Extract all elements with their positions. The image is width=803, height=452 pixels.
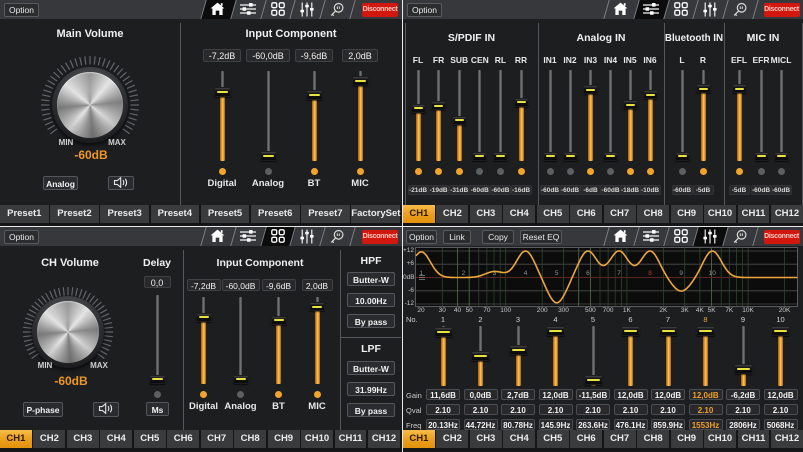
svg-text:2: 2 — [462, 270, 466, 277]
svg-text:6: 6 — [586, 270, 590, 277]
svg-text:10: 10 — [709, 270, 717, 277]
svg-text:7: 7 — [617, 270, 621, 277]
svg-text:9: 9 — [679, 270, 683, 277]
svg-text:4: 4 — [524, 270, 528, 277]
svg-text:8: 8 — [648, 270, 652, 277]
svg-text:5: 5 — [555, 270, 559, 277]
svg-text:1: 1 — [419, 270, 423, 277]
